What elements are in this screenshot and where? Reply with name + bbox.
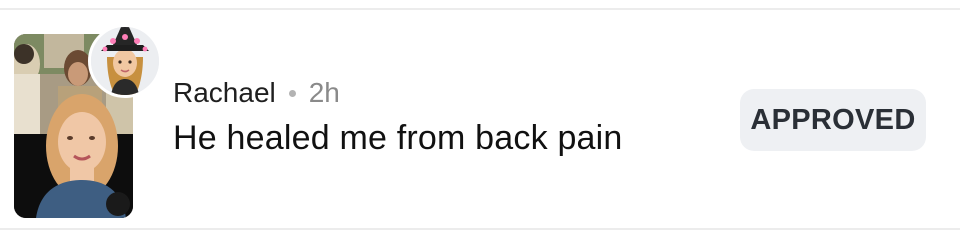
user-avatar[interactable] [88, 24, 162, 98]
timestamp: 2h [308, 77, 340, 108]
username[interactable]: Rachael [173, 77, 276, 109]
separator-dot-icon [288, 89, 296, 97]
top-divider [0, 0, 960, 10]
comment-meta: Rachael 2h [173, 77, 340, 109]
bitmoji-avatar-icon [91, 27, 159, 95]
comment-row[interactable]: Rachael 2h He healed me from back pain A… [0, 12, 960, 228]
status-badge: APPROVED [740, 89, 926, 151]
comment-text: He healed me from back pain [173, 119, 623, 157]
bottom-divider [0, 228, 960, 230]
